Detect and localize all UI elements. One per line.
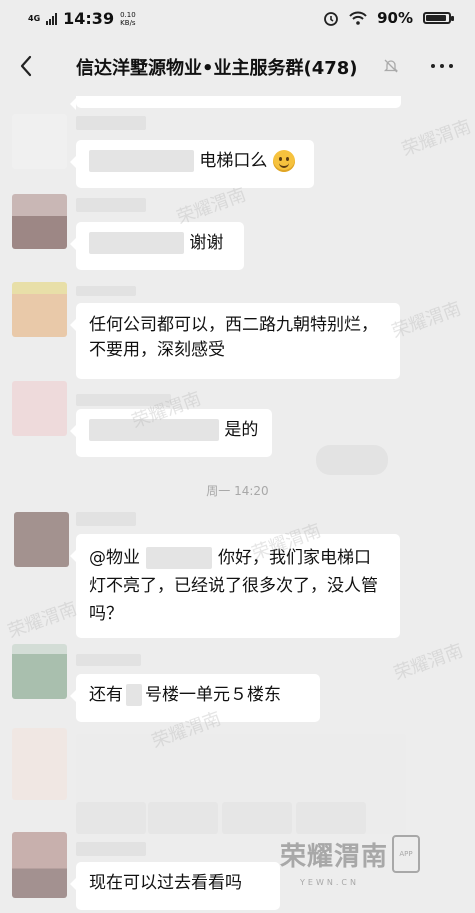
message-text: 号楼一单元５楼东: [145, 685, 281, 705]
mute-bell-icon: [383, 59, 399, 73]
message-bubble[interactable]: 电梯口么: [70, 140, 314, 188]
message-text: 是的: [224, 420, 259, 440]
network-speed: 0.10 KB/s: [120, 11, 136, 27]
watermark: 荣耀渭南: [391, 640, 466, 685]
battery-level: [426, 15, 446, 21]
message-bubble[interactable]: 现在可以过去看看吗: [70, 862, 280, 910]
blurred-image-segment: [222, 802, 292, 834]
watermark: 荣耀渭南: [5, 598, 80, 643]
redacted-text: [146, 547, 212, 569]
signal-icon: [46, 12, 58, 25]
chat-header: 信达洋墅源物业•业主服务群(478): [0, 36, 475, 96]
network-type: 4G: [28, 13, 41, 23]
message-text: 任何公司都可以，西二路九朝特别烂，不要用，深刻感受: [89, 315, 378, 360]
sender-name: [76, 842, 146, 856]
more-options-icon[interactable]: [431, 64, 453, 68]
message-text-prefix: 还有: [89, 685, 123, 705]
message-text: 电梯口么: [199, 151, 268, 171]
avatar[interactable]: [12, 832, 67, 898]
brand-watermark-box: APP: [392, 835, 421, 873]
sender-name: [76, 286, 136, 296]
message-timestamp: 周一 14:20: [206, 484, 269, 498]
message-bubble[interactable]: 谢谢: [70, 222, 244, 270]
message-bubble[interactable]: 任何公司都可以，西二路九朝特别烂，不要用，深刻感受: [70, 303, 400, 379]
sender-name: [76, 116, 146, 130]
avatar[interactable]: [12, 114, 67, 169]
blurred-image-segment: [76, 802, 146, 834]
redacted-text: [126, 684, 142, 706]
message-text: 谢谢: [189, 233, 224, 253]
sender-name: [76, 654, 141, 666]
back-icon[interactable]: [14, 52, 40, 80]
message-bubble[interactable]: @物业 你好，我们家电梯口灯不亮了，已经说了很多次了，没人管吗？: [70, 534, 400, 638]
sender-name: [76, 512, 136, 526]
avatar[interactable]: [14, 512, 69, 567]
message-list[interactable]: 电梯口么 谢谢 任何公司都可以，西二路九朝特别烂，不要用，深刻感受 是的 周一 …: [0, 96, 475, 913]
brand-watermark-url: YEWN.CN: [300, 878, 359, 887]
battery-icon: [423, 12, 454, 24]
watermark: 荣耀渭南: [399, 116, 474, 161]
mention-text: @物业: [89, 548, 140, 568]
recall-notice: [316, 445, 388, 475]
watermark: 荣耀渭南: [389, 298, 464, 343]
speed-unit: KB/s: [120, 18, 136, 27]
brand-watermark: 荣耀渭南 APP: [280, 835, 421, 873]
brand-watermark-text: 荣耀渭南: [280, 841, 389, 872]
avatar[interactable]: [12, 644, 67, 699]
battery-percent: 90%: [377, 9, 413, 27]
clock: 14:39: [63, 9, 115, 28]
smile-emoji-icon: [272, 150, 295, 172]
avatar[interactable]: [12, 381, 67, 436]
avatar[interactable]: [12, 728, 67, 800]
chat-title: 信达洋墅源物业•业主服务群(478): [76, 58, 358, 79]
avatar[interactable]: [12, 282, 67, 337]
blurred-image-segment: [148, 802, 218, 834]
redacted-text: [89, 232, 184, 254]
alarm-icon: [324, 12, 338, 26]
message-text: 现在可以过去看看吗: [89, 873, 242, 893]
wifi-icon: [349, 11, 367, 25]
blurred-image-segment: [296, 802, 366, 834]
redacted-text: [89, 150, 194, 172]
status-bar: 4G 14:39 0.10 KB/s 90%: [0, 0, 475, 36]
avatar[interactable]: [12, 194, 67, 249]
sender-name: [76, 198, 146, 212]
partial-bubble: [70, 96, 401, 110]
speed-value: 0.10: [120, 10, 136, 19]
